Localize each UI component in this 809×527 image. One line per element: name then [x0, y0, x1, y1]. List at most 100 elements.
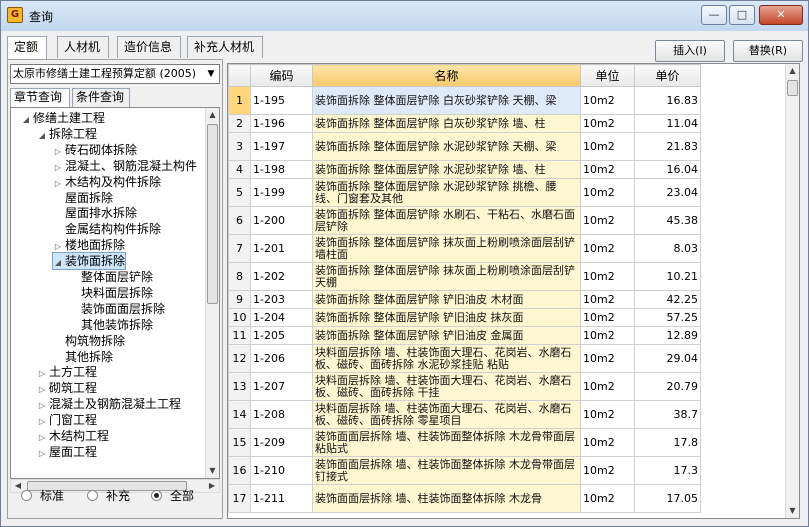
column-header-code[interactable]: 编码	[250, 64, 313, 87]
table-row[interactable]: 8 1-202 装饰面拆除 整体面层铲除 抹灰面上粉刷喷涂面层刮铲 天棚 10m2 10…	[228, 262, 701, 291]
cell-name[interactable]: 装饰面拆除 整体面层铲除 白灰砂浆铲除 天棚、梁	[312, 86, 581, 115]
table-row[interactable]: 2 1-196 装饰面拆除 整体面层铲除 白灰砂浆铲除 墙、柱 10m2 11.04	[228, 114, 701, 133]
expand-arrow-icon[interactable]: ▷	[37, 446, 47, 462]
cell-unit[interactable]: 10m2	[580, 308, 635, 327]
table-row[interactable]: 17 1-211 装饰面面层拆除 墙、柱装饰面整体拆除 木龙骨 10m2 17.05	[228, 484, 701, 513]
tab-chapter-query[interactable]: 章节查询	[10, 88, 70, 107]
cell-price[interactable]: 38.7	[634, 400, 701, 429]
scroll-up-icon[interactable]: ▲	[206, 108, 219, 122]
cell-name[interactable]: 装饰面拆除 整体面层铲除 水泥砂浆铲除 挑檐、腰线、门窗套及其他	[312, 178, 581, 207]
tree-item[interactable]: ▷ 混凝土、钢筋混凝土构件	[53, 158, 197, 174]
row-number[interactable]: 17	[228, 484, 251, 513]
grid-vertical-scrollbar[interactable]: ▲ ▼	[785, 64, 799, 518]
row-number[interactable]: 13	[228, 372, 251, 401]
cell-unit[interactable]: 10m2	[580, 178, 635, 207]
cell-name[interactable]: 装饰面拆除 整体面层铲除 抹灰面上粉刷喷涂面层刮铲 墙柱面	[312, 234, 581, 263]
column-header-price[interactable]: 单价	[634, 64, 701, 87]
tree-item[interactable]: 其他装饰拆除	[69, 317, 153, 333]
cell-code[interactable]: 1-197	[250, 132, 313, 161]
tab-cost-info[interactable]: 造价信息	[117, 36, 181, 58]
table-row[interactable]: 3 1-197 装饰面拆除 整体面层铲除 水泥砂浆铲除 天棚、梁 10m2 21.83	[228, 132, 701, 161]
cell-price[interactable]: 12.89	[634, 326, 701, 345]
row-number[interactable]: 15	[228, 428, 251, 457]
tree-item[interactable]: 其他拆除	[53, 349, 113, 365]
tree-item[interactable]: ▷ 混凝土及钢筋混凝土工程	[37, 396, 181, 412]
tree-item[interactable]: ▷ 木结构工程	[37, 428, 109, 444]
cell-code[interactable]: 1-210	[250, 456, 313, 485]
table-row[interactable]: 5 1-199 装饰面拆除 整体面层铲除 水泥砂浆铲除 挑檐、腰线、门窗套及其他 10…	[228, 178, 701, 207]
cell-unit[interactable]: 10m2	[580, 456, 635, 485]
cell-code[interactable]: 1-208	[250, 400, 313, 429]
minimize-button[interactable]: —	[701, 5, 727, 25]
tree-item[interactable]: ▷ 门窗工程	[37, 412, 97, 428]
cell-price[interactable]: 16.04	[634, 160, 701, 179]
insert-button[interactable]: 插入(I)	[655, 40, 725, 62]
tab-quota[interactable]: 定额	[7, 36, 47, 59]
cell-unit[interactable]: 10m2	[580, 372, 635, 401]
radio-all-indicator[interactable]	[151, 490, 162, 501]
cell-name[interactable]: 装饰面拆除 整体面层铲除 铲旧油皮 抹灰面	[312, 308, 581, 327]
table-row[interactable]: 11 1-205 装饰面拆除 整体面层铲除 铲旧油皮 金属面 10m2 12.89	[228, 326, 701, 345]
table-row[interactable]: 14 1-208 块料面层拆除 墙、柱装饰面大理石、花岗岩、水磨石板、磁砖、面砖拆除…	[228, 400, 701, 429]
radio-supplement-indicator[interactable]	[87, 490, 98, 501]
tree-item[interactable]: ▷ 楼地面拆除	[53, 237, 125, 253]
cell-code[interactable]: 1-200	[250, 206, 313, 235]
table-row[interactable]: 12 1-206 块料面层拆除 墙、柱装饰面大理石、花岗岩、水磨石板、磁砖、面砖拆除…	[228, 344, 701, 373]
table-row[interactable]: 4 1-198 装饰面拆除 整体面层铲除 水泥砂浆铲除 墙、柱 10m2 16.04	[228, 160, 701, 179]
cell-price[interactable]: 57.25	[634, 308, 701, 327]
cell-price[interactable]: 45.38	[634, 206, 701, 235]
tree-item[interactable]: ◢ 修缮土建工程	[21, 110, 105, 126]
cell-unit[interactable]: 10m2	[580, 160, 635, 179]
replace-button[interactable]: 替换(R)	[733, 40, 803, 62]
tree-item[interactable]: 整体面层铲除	[69, 269, 153, 285]
radio-all[interactable]: 全部	[151, 488, 194, 504]
cell-name[interactable]: 装饰面面层拆除 墙、柱装饰面整体拆除 木龙骨带面层 粘贴式	[312, 428, 581, 457]
tab-condition-query[interactable]: 条件查询	[72, 88, 130, 107]
cell-code[interactable]: 1-203	[250, 290, 313, 309]
radio-standard[interactable]: 标准	[21, 488, 64, 504]
cell-code[interactable]: 1-209	[250, 428, 313, 457]
cell-unit[interactable]: 10m2	[580, 326, 635, 345]
cell-code[interactable]: 1-205	[250, 326, 313, 345]
cell-unit[interactable]: 10m2	[580, 290, 635, 309]
row-number[interactable]: 12	[228, 344, 251, 373]
cell-code[interactable]: 1-202	[250, 262, 313, 291]
scroll-down-icon[interactable]: ▼	[786, 504, 799, 518]
table-row[interactable]: 16 1-210 装饰面面层拆除 墙、柱装饰面整体拆除 木龙骨带面层 钉接式 10m2…	[228, 456, 701, 485]
tree-item[interactable]: 构筑物拆除	[53, 333, 125, 349]
cell-price[interactable]: 42.25	[634, 290, 701, 309]
cell-code[interactable]: 1-198	[250, 160, 313, 179]
scroll-thumb[interactable]	[207, 124, 218, 304]
table-row[interactable]: 9 1-203 装饰面拆除 整体面层铲除 铲旧油皮 木材面 10m2 42.25	[228, 290, 701, 309]
cell-unit[interactable]: 10m2	[580, 484, 635, 513]
row-number[interactable]: 6	[228, 206, 251, 235]
cell-code[interactable]: 1-201	[250, 234, 313, 263]
cell-name[interactable]: 装饰面拆除 整体面层铲除 水泥砂浆铲除 墙、柱	[312, 160, 581, 179]
tree-item[interactable]: ▷ 砖石砌体拆除	[53, 142, 137, 158]
cell-price[interactable]: 17.8	[634, 428, 701, 457]
row-number[interactable]: 5	[228, 178, 251, 207]
row-number[interactable]: 4	[228, 160, 251, 179]
close-button[interactable]: ✕	[759, 5, 803, 25]
table-row[interactable]: 6 1-200 装饰面拆除 整体面层铲除 水刷石、干粘石、水磨石面层铲除 10m2 45…	[228, 206, 701, 235]
table-row[interactable]: 7 1-201 装饰面拆除 整体面层铲除 抹灰面上粉刷喷涂面层刮铲 墙柱面 10m2 8…	[228, 234, 701, 263]
cell-price[interactable]: 20.79	[634, 372, 701, 401]
cell-code[interactable]: 1-199	[250, 178, 313, 207]
cell-price[interactable]: 16.83	[634, 86, 701, 115]
radio-standard-indicator[interactable]	[21, 490, 32, 501]
cell-price[interactable]: 21.83	[634, 132, 701, 161]
title-bar[interactable]: G 查询 — □ ✕	[1, 1, 808, 31]
cell-unit[interactable]: 10m2	[580, 400, 635, 429]
collapse-arrow-icon[interactable]: ◢	[53, 255, 63, 271]
cell-name[interactable]: 装饰面拆除 整体面层铲除 白灰砂浆铲除 墙、柱	[312, 114, 581, 133]
cell-code[interactable]: 1-196	[250, 114, 313, 133]
cell-name[interactable]: 装饰面拆除 整体面层铲除 水刷石、干粘石、水磨石面层铲除	[312, 206, 581, 235]
cell-price[interactable]: 17.05	[634, 484, 701, 513]
row-number[interactable]: 14	[228, 400, 251, 429]
cell-unit[interactable]: 10m2	[580, 262, 635, 291]
cell-code[interactable]: 1-207	[250, 372, 313, 401]
radio-supplement[interactable]: 补充	[87, 488, 130, 504]
cell-name[interactable]: 装饰面面层拆除 墙、柱装饰面整体拆除 木龙骨	[312, 484, 581, 513]
cell-unit[interactable]: 10m2	[580, 86, 635, 115]
cell-name[interactable]: 装饰面拆除 整体面层铲除 铲旧油皮 木材面	[312, 290, 581, 309]
